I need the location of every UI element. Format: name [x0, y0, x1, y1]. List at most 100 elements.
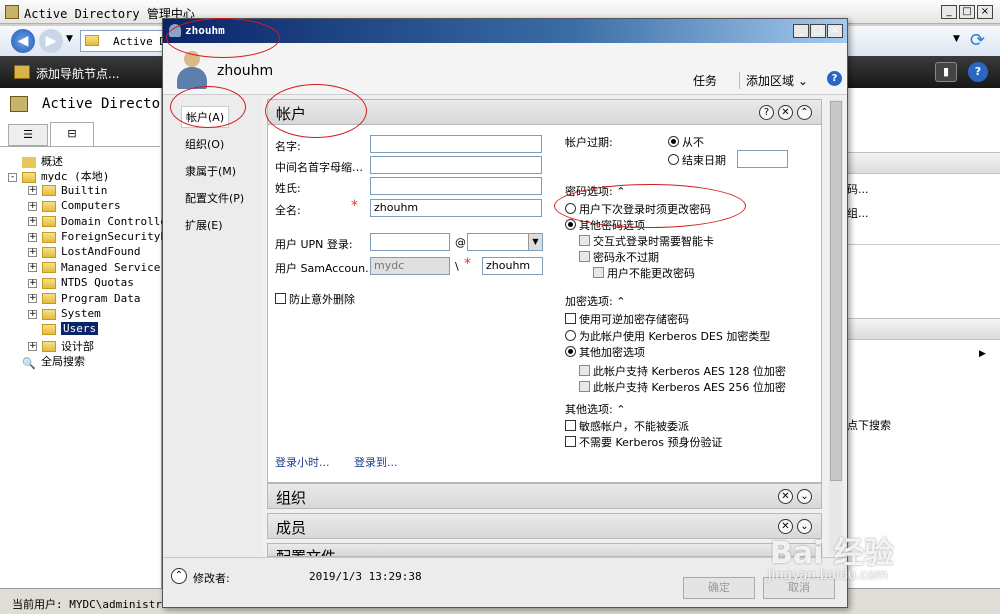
expand-details-icon[interactable]: ⌃: [171, 568, 187, 584]
tree-item[interactable]: + LostAndFound: [28, 245, 140, 260]
help-icon[interactable]: ?: [968, 62, 988, 82]
protect-delete-checkbox[interactable]: 防止意外删除: [275, 291, 355, 307]
cannot-change-checkbox[interactable]: 用户不能更改密码: [593, 265, 695, 281]
expand-icon[interactable]: +: [28, 201, 37, 211]
section-close-icon[interactable]: ✕: [778, 489, 793, 504]
section-close-icon[interactable]: ✕: [778, 105, 793, 120]
radio-dot: [565, 219, 576, 230]
never-expire-checkbox[interactable]: 密码永不过期: [579, 249, 659, 265]
tree-item-label: Users: [61, 322, 99, 336]
smartcard-checkbox[interactable]: 交互式登录时需要智能卡: [579, 233, 714, 249]
tree-item[interactable]: + System: [28, 307, 101, 322]
list-view-tab[interactable]: ☰: [8, 124, 48, 146]
back-icon[interactable]: ◀: [11, 29, 35, 53]
expand-icon[interactable]: +: [28, 263, 37, 273]
tree-item[interactable]: + Managed Service: [28, 261, 160, 276]
tree-item[interactable]: + 设计部: [28, 338, 94, 353]
task-item-3[interactable]: 点下搜索: [847, 417, 891, 433]
reversible-checkbox[interactable]: 使用可逆加密存储密码: [565, 311, 689, 327]
tree-item[interactable]: 🔍 全局搜索: [22, 353, 85, 370]
logon-hours-link[interactable]: 登录小时...: [275, 454, 330, 470]
expand-icon[interactable]: +: [28, 232, 37, 242]
help-icon[interactable]: ?: [827, 71, 842, 86]
tree-item[interactable]: - mydc (本地): [8, 168, 109, 183]
aes128-checkbox[interactable]: 此帐户支持 Kerberos AES 128 位加密: [579, 363, 786, 379]
end-date-input[interactable]: [737, 150, 788, 168]
address-bar[interactable]: Active D: [80, 30, 170, 52]
org-section-header[interactable]: 组织 ✕ ⌄: [267, 483, 822, 509]
dialog-maximize-button[interactable]: □: [810, 24, 826, 38]
first-name-input[interactable]: [370, 135, 542, 153]
add-nav-node-button[interactable]: 添加导航节点...: [36, 65, 119, 82]
other-enc-radio[interactable]: 其他加密选项: [565, 344, 645, 360]
tree-item-label: System: [61, 307, 101, 320]
backslash: \: [455, 260, 459, 273]
expand-icon[interactable]: +: [28, 278, 37, 288]
ok-button[interactable]: 确定: [683, 577, 755, 599]
expand-icon[interactable]: +: [28, 294, 37, 304]
minimize-button[interactable]: _: [941, 5, 957, 19]
scrollbar[interactable]: [829, 99, 843, 555]
members-section-title: 成员: [276, 519, 307, 537]
task-item-1[interactable]: 码...: [847, 181, 869, 197]
clipboard-icon[interactable]: ▮: [935, 62, 957, 82]
chevron-up-icon[interactable]: ⌃: [616, 403, 625, 416]
nav-item[interactable]: 配置文件(P): [185, 190, 244, 206]
tree-item[interactable]: + Computers: [28, 199, 121, 214]
tree-item[interactable]: + Domain Controlle: [28, 215, 167, 230]
scrollbar-thumb[interactable]: [830, 101, 842, 481]
close-button[interactable]: ×: [977, 5, 993, 19]
expand-icon[interactable]: ⌄: [797, 489, 812, 504]
profile-section-header[interactable]: 配置文件: [267, 543, 822, 557]
expand-icon[interactable]: +: [28, 342, 37, 352]
tree-item[interactable]: + Program Data: [28, 292, 140, 307]
dialog-close-button[interactable]: ×: [827, 24, 843, 38]
logon-to-link[interactable]: 登录到...: [354, 454, 398, 470]
tree-item[interactable]: 概述: [22, 153, 63, 168]
chevron-up-icon[interactable]: ⌃: [616, 295, 625, 308]
tree-view-tab[interactable]: ⊟: [50, 122, 94, 146]
section-help-icon[interactable]: ?: [759, 105, 774, 120]
initials-input[interactable]: [370, 156, 542, 174]
tree-item[interactable]: + ForeignSecurityP: [28, 230, 167, 245]
address-dropdown-icon[interactable]: ▼: [953, 34, 960, 44]
sensitive-label: 敏感帐户，不能被委派: [579, 420, 689, 433]
sam-label: 用户 SamAccoun…: [275, 262, 377, 275]
nav-item[interactable]: 扩展(E): [185, 217, 223, 233]
sensitive-checkbox[interactable]: 敏感帐户，不能被委派: [565, 418, 689, 434]
full-name-input[interactable]: zhouhm: [370, 199, 542, 217]
dialog-minimize-button[interactable]: _: [793, 24, 809, 38]
des-radio[interactable]: 为此帐户使用 Kerberos DES 加密类型: [565, 328, 770, 344]
tree-item[interactable]: + Builtin: [28, 184, 107, 199]
tree-item[interactable]: Users: [42, 322, 99, 337]
collapse-icon[interactable]: -: [8, 172, 17, 182]
tree-item[interactable]: + NTDS Quotas: [28, 276, 134, 291]
collapse-icon[interactable]: ⌃: [797, 105, 812, 120]
no-preauth-checkbox[interactable]: 不需要 Kerberos 预身份验证: [565, 434, 722, 450]
profile-section-title: 配置文件: [276, 548, 337, 557]
folder-icon: [42, 246, 56, 258]
task-item-2[interactable]: 组...: [847, 205, 869, 221]
never-radio[interactable]: 从不: [668, 134, 704, 150]
refresh-icon[interactable]: ⟳: [970, 30, 985, 51]
expand-icon[interactable]: +: [28, 186, 37, 196]
aes256-checkbox[interactable]: 此帐户支持 Kerberos AES 256 位加密: [579, 379, 786, 395]
tree-item-label: Program Data: [61, 291, 141, 305]
add-sections-menu[interactable]: 添加区域 ⌄: [739, 72, 808, 89]
history-dropdown-icon[interactable]: ▼: [66, 34, 73, 44]
sam-input[interactable]: zhouhm: [482, 257, 543, 275]
end-date-radio[interactable]: 结束日期: [668, 152, 726, 168]
chevron-right-icon[interactable]: ▶: [979, 349, 986, 359]
last-name-input[interactable]: [370, 177, 542, 195]
expand-icon[interactable]: +: [28, 217, 37, 227]
tasks-menu[interactable]: 任务: [693, 72, 717, 89]
expand-icon[interactable]: +: [28, 309, 37, 319]
nav-item[interactable]: 隶属于(M): [185, 163, 236, 179]
maximize-button[interactable]: □: [959, 5, 975, 19]
nav-item[interactable]: 组织(O): [185, 136, 224, 152]
upn-input[interactable]: [370, 233, 450, 251]
forward-icon[interactable]: ▶: [39, 29, 63, 53]
upn-suffix-select[interactable]: ▼: [467, 233, 543, 251]
expand-icon[interactable]: +: [28, 247, 37, 257]
members-section-header[interactable]: 成员 ✕ ⌄: [267, 513, 822, 539]
